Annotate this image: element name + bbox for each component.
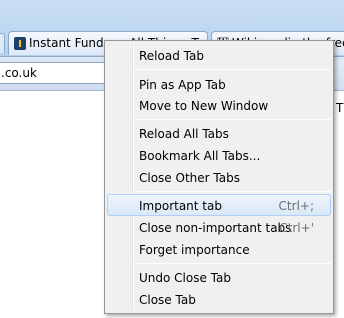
menu-item-reload-tab[interactable]: Reload Tab — [107, 44, 331, 66]
menu-item-label: Reload All Tabs — [139, 127, 229, 141]
menu-item-move-to-new-window[interactable]: Move to New Window — [107, 94, 331, 116]
menu-item-label: Move to New Window — [139, 99, 269, 113]
tab-left-edge[interactable] — [0, 33, 5, 53]
menu-item-reload-all-tabs[interactable]: Reload All Tabs — [107, 122, 331, 144]
menu-item-close-other-tabs[interactable]: Close Other Tabs — [107, 166, 331, 188]
menu-item-close-tab[interactable]: Close Tab — [107, 288, 331, 310]
menu-item-label: Undo Close Tab — [139, 271, 231, 285]
menu-item-label: Reload Tab — [139, 49, 204, 63]
menu-separator — [135, 69, 331, 70]
menu-item-shortcut: Ctrl+' — [279, 221, 314, 235]
menu-item-label: Close Tab — [139, 293, 196, 307]
menu-item-bookmark-all-tabs[interactable]: Bookmark All Tabs... — [107, 144, 331, 166]
menu-separator — [135, 191, 331, 192]
menu-item-forget-importance[interactable]: Forget importance — [107, 238, 331, 260]
page-content-text: T — [336, 101, 344, 115]
menu-item-label: Close non-important tabs — [139, 221, 292, 235]
menu-item-label: Important tab — [139, 199, 222, 213]
menu-item-label: Pin as App Tab — [139, 78, 226, 92]
menu-item-undo-close-tab[interactable]: Undo Close Tab — [107, 266, 331, 288]
menu-item-pin-as-app-tab[interactable]: Pin as App Tab — [107, 73, 331, 95]
menu-item-shortcut: Ctrl+; — [278, 199, 314, 213]
menu-item-label: Close Other Tabs — [139, 171, 240, 185]
instant-fundas-favicon-icon — [14, 37, 26, 50]
tab-context-menu: Reload Tab Pin as App Tab Move to New Wi… — [104, 40, 334, 314]
menu-item-label: Bookmark All Tabs... — [139, 149, 261, 163]
menu-item-close-non-important-tabs[interactable]: Close non-important tabs Ctrl+' — [107, 216, 331, 238]
menu-separator — [135, 119, 331, 120]
menu-separator — [135, 263, 331, 264]
menu-item-label: Forget importance — [139, 243, 250, 257]
menu-item-important-tab[interactable]: Important tab Ctrl+; — [107, 194, 331, 216]
